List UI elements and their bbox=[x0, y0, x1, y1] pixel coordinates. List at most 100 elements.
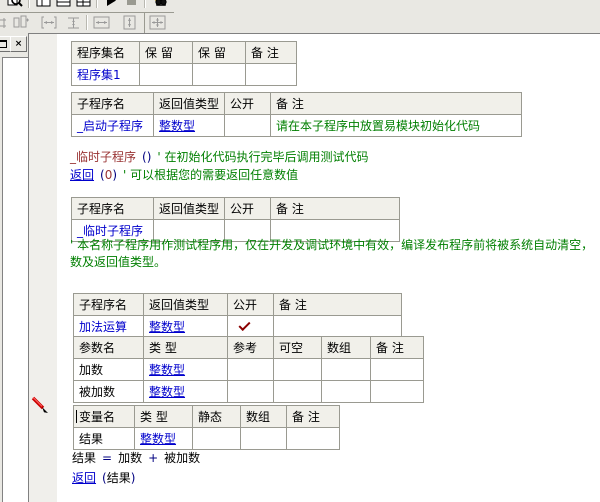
sub-name-cell[interactable]: _启动子程序 bbox=[71, 114, 154, 137]
param-name-cell[interactable]: 加数 bbox=[73, 358, 144, 381]
dock-tree-panel[interactable] bbox=[2, 57, 29, 502]
comment-text: ' 在初始化代码执行完毕后调用测试代码 bbox=[157, 150, 369, 164]
var-name-cell[interactable]: 结果 bbox=[73, 427, 135, 450]
code-line[interactable]: _临时子程序 () ' 在初始化代码执行完毕后调用测试代码 bbox=[70, 150, 369, 165]
table-row: 结果 整数型 bbox=[73, 427, 340, 450]
header-cell: 数组 bbox=[240, 405, 287, 428]
cell[interactable] bbox=[227, 380, 274, 403]
cell[interactable] bbox=[370, 358, 424, 381]
editor-gutter bbox=[29, 34, 57, 502]
table-header-row: 子程序名 返回值类型 公开 备 注 bbox=[73, 293, 402, 316]
type-link[interactable]: 整数型 bbox=[149, 320, 185, 334]
same-height-icon[interactable] bbox=[119, 13, 139, 32]
sub-name-cell[interactable]: 加法运算 bbox=[73, 315, 144, 338]
toolbar-band bbox=[0, 0, 600, 34]
toolbar-separator bbox=[86, 15, 88, 30]
same-both-icon[interactable] bbox=[147, 13, 167, 32]
return-type-cell[interactable]: 整数型 bbox=[143, 315, 228, 338]
table-row: 加法运算 整数型 bbox=[73, 315, 402, 338]
current-line-pen-icon bbox=[31, 396, 50, 418]
same-width-icon[interactable] bbox=[91, 13, 111, 32]
header-cell: 静态 bbox=[192, 405, 241, 428]
header-cell: 程序集名 bbox=[71, 41, 140, 64]
header-cell: 备 注 bbox=[273, 293, 402, 316]
param-type-cell[interactable]: 整数型 bbox=[143, 358, 228, 381]
type-link[interactable]: 整数型 bbox=[159, 119, 195, 133]
cell[interactable] bbox=[139, 63, 193, 86]
var-ref: 加数 bbox=[118, 451, 143, 465]
header-cell: 返回值类型 bbox=[152, 92, 226, 115]
table-header-row: 变量名 类 型 静态 数组 备 注 bbox=[73, 405, 340, 428]
equals-operator: = bbox=[102, 451, 113, 465]
header-cell: 公开 bbox=[227, 293, 274, 316]
cell[interactable] bbox=[321, 358, 371, 381]
find-module-icon[interactable] bbox=[149, 0, 169, 10]
note-cell[interactable]: 请在本子程序中放置易模块初始化代码 bbox=[270, 114, 523, 137]
startup-sub-table: 子程序名 返回值类型 公开 备 注 _启动子程序 整数型 请在本子程序中放置易模… bbox=[71, 92, 523, 137]
type-link[interactable]: 整数型 bbox=[149, 385, 185, 399]
window-vsplit-icon[interactable] bbox=[33, 0, 53, 10]
window-hsplit-icon[interactable] bbox=[53, 0, 73, 10]
header-cell: 备 注 bbox=[270, 92, 523, 115]
var-ref: 结果 bbox=[72, 451, 97, 465]
cell[interactable] bbox=[192, 63, 246, 86]
header-cell: 保 留 bbox=[139, 41, 193, 64]
cell[interactable] bbox=[273, 380, 322, 403]
h-spacing-icon[interactable] bbox=[39, 13, 59, 32]
toolbar-row-layout bbox=[0, 12, 165, 33]
cell[interactable] bbox=[321, 380, 371, 403]
header-cell: 备 注 bbox=[286, 405, 340, 428]
code-line[interactable]: 返回 (0) ' 可以根据您的需要返回任意数值 bbox=[70, 168, 298, 183]
cell[interactable] bbox=[240, 427, 287, 450]
public-cell[interactable] bbox=[224, 114, 272, 137]
header-label: 变量名 bbox=[79, 410, 116, 424]
paren-close: ) bbox=[130, 471, 136, 485]
cell[interactable] bbox=[227, 358, 274, 381]
table-header-row: 程序集名 保 留 保 留 备 注 bbox=[71, 41, 297, 64]
code-line[interactable]: 结果 = 加数 + 被加数 bbox=[72, 451, 200, 466]
code-line[interactable]: 返回 (结果) bbox=[72, 471, 135, 486]
toolbar-separator bbox=[144, 0, 146, 8]
type-link[interactable]: 整数型 bbox=[149, 363, 185, 377]
var-ref: 被加数 bbox=[164, 451, 201, 465]
header-cell: 返回值类型 bbox=[152, 197, 226, 220]
public-cell[interactable] bbox=[227, 315, 274, 338]
clipped-align-icon[interactable] bbox=[0, 13, 11, 32]
header-cell: 备 注 bbox=[370, 336, 424, 359]
return-keyword: 返回 bbox=[72, 471, 97, 485]
cell[interactable] bbox=[245, 63, 297, 86]
header-cell: 备 注 bbox=[270, 197, 401, 220]
dock-close-button[interactable]: × bbox=[10, 36, 27, 52]
type-link[interactable]: 整数型 bbox=[140, 432, 176, 446]
comment-line[interactable]: ' 本名称子程序用作测试程序用，仅在开发及调试环境中有效，编译发布程序前将被系统… bbox=[70, 238, 593, 253]
var-type-cell[interactable]: 整数型 bbox=[134, 427, 193, 450]
cell[interactable] bbox=[286, 427, 340, 450]
close-icon: × bbox=[14, 38, 23, 49]
locals-table: 变量名 类 型 静态 数组 备 注 结果 整数型 bbox=[73, 405, 340, 450]
header-cell: 返回值类型 bbox=[143, 293, 228, 316]
table-header-row: 子程序名 返回值类型 公开 备 注 bbox=[71, 92, 523, 115]
run-icon[interactable] bbox=[101, 0, 121, 10]
params-table: 参数名 类 型 参考 可空 数组 备 注 加数 整数型 被加数 整数型 bbox=[73, 336, 424, 403]
preview-icon[interactable] bbox=[5, 0, 25, 10]
cell[interactable] bbox=[370, 380, 424, 403]
assembly-name-cell[interactable]: 程序集1 bbox=[71, 63, 140, 86]
table-row: 程序集1 bbox=[71, 63, 297, 86]
param-type-cell[interactable]: 整数型 bbox=[143, 380, 228, 403]
var-ref: 结果 bbox=[106, 471, 131, 485]
stop-icon[interactable] bbox=[121, 0, 141, 10]
table-row: 加数 整数型 bbox=[73, 358, 424, 381]
cell[interactable] bbox=[192, 427, 241, 450]
table-header-row: 参数名 类 型 参考 可空 数组 备 注 bbox=[73, 336, 424, 359]
cell[interactable] bbox=[273, 358, 322, 381]
plus-operator: + bbox=[148, 451, 159, 465]
v-spacing-icon[interactable] bbox=[63, 13, 83, 32]
param-name-cell[interactable]: 被加数 bbox=[73, 380, 144, 403]
header-cell: 类 型 bbox=[143, 336, 228, 359]
note-cell[interactable] bbox=[273, 315, 402, 338]
same-size-icon[interactable] bbox=[11, 13, 31, 32]
window-grid-icon[interactable] bbox=[73, 0, 93, 10]
comment-line[interactable]: 数及返回值类型。 bbox=[70, 255, 166, 270]
check-icon bbox=[238, 318, 251, 331]
return-type-cell[interactable]: 整数型 bbox=[152, 114, 226, 137]
